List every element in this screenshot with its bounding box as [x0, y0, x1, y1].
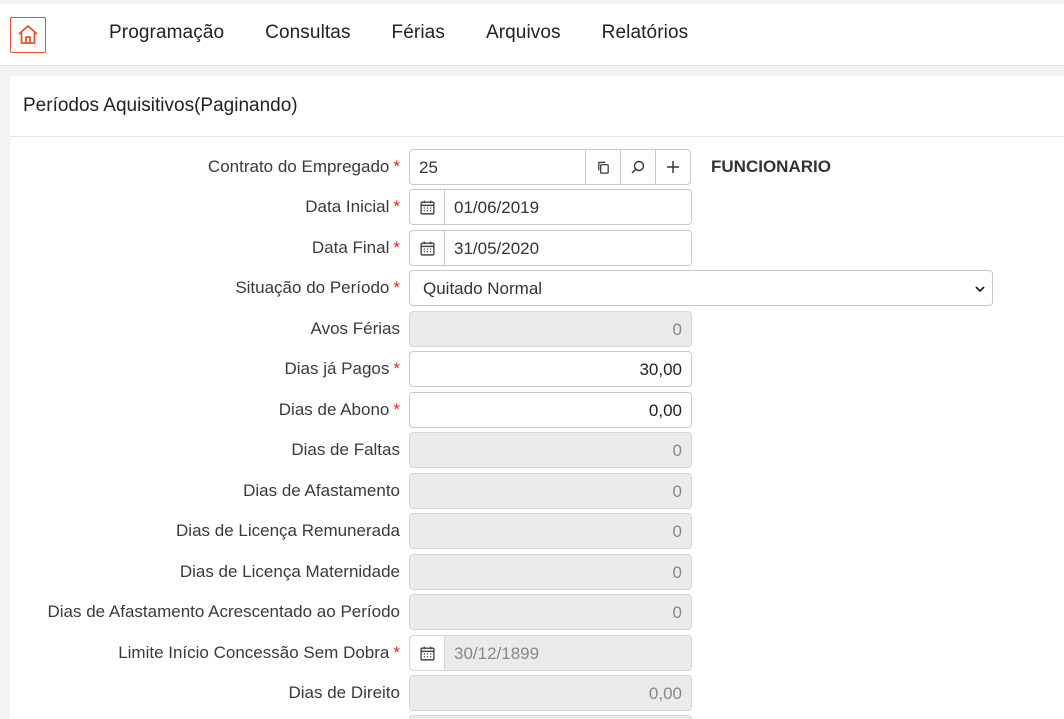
- row-limite-concessao: Limite Início Concessão Sem Dobra * 30/12…: [10, 635, 1064, 671]
- dias-pagos-field[interactable]: 30,00: [409, 351, 692, 387]
- dias-direito-value: 0,00: [648, 684, 682, 703]
- calendar-icon: [419, 241, 435, 256]
- main-menu: Programação Consultas Férias Arquivos Re…: [109, 22, 729, 44]
- calendar-icon: [419, 646, 435, 661]
- label-data-inicial: Data Inicial *: [305, 197, 400, 216]
- row-licenca-maternidade: Dias de Licença Maternidade 0: [10, 554, 1064, 590]
- limite-concessao-value: 30/12/1899: [454, 644, 540, 663]
- row-dias-afastamento: Dias de Afastamento 0: [10, 473, 1064, 509]
- afastamento-acrescentado-field: 0: [409, 594, 692, 630]
- contrato-field[interactable]: 25: [409, 149, 691, 185]
- dias-abono-value: 0,00: [648, 401, 682, 420]
- home-icon: [18, 25, 38, 44]
- data-inicial-calendar-button[interactable]: [410, 190, 445, 224]
- menu-arquivos[interactable]: Arquivos: [486, 22, 561, 44]
- row-contrato: Contrato do Empregado * 25 FUNCIONARIO: [10, 149, 1064, 185]
- employee-name: FUNCIONARIO: [711, 157, 831, 176]
- dias-afastamento-value: 0: [672, 482, 682, 501]
- row-situacao: Situação do Período * Quitado Normal: [10, 270, 1064, 306]
- row-dias-direito: Dias de Direito 0,00: [10, 675, 1064, 711]
- copy-icon: [597, 161, 609, 174]
- label-licenca-maternidade: Dias de Licença Maternidade: [179, 562, 400, 581]
- menu-relatorios[interactable]: Relatórios: [602, 22, 689, 44]
- licenca-remunerada-field: 0: [409, 513, 692, 549]
- label-contrato: Contrato do Empregado *: [207, 157, 400, 176]
- afastamento-acrescentado-value: 0: [672, 603, 682, 622]
- dias-faltas-value: 0: [672, 441, 682, 460]
- contrato-value: 25: [419, 158, 438, 177]
- label-avos-ferias: Avos Férias: [310, 319, 400, 338]
- menu-consultas[interactable]: Consultas: [265, 22, 350, 44]
- row-dias-abono: Dias de Abono * 0,00: [10, 392, 1064, 428]
- data-final-field[interactable]: 31/05/2020: [409, 230, 692, 266]
- label-data-final: Data Final *: [311, 238, 400, 257]
- dias-direito-field: 0,00: [409, 675, 692, 711]
- row-dias-pagos: Dias já Pagos * 30,00: [10, 351, 1064, 387]
- row-dias-faltas: Dias de Faltas 0: [10, 432, 1064, 468]
- row-avos-ferias: Avos Férias 0: [10, 311, 1064, 347]
- row-afastamento-acrescentado: Dias de Afastamento Acrescentado ao Perí…: [10, 594, 1064, 630]
- dias-faltas-field: 0: [409, 432, 692, 468]
- contrato-actions: [585, 150, 690, 184]
- label-situacao: Situação do Período *: [235, 278, 400, 297]
- situacao-value: Quitado Normal: [423, 279, 543, 298]
- label-limite-concessao: Limite Início Concessão Sem Dobra *: [118, 643, 400, 662]
- label-dias-pagos: Dias já Pagos *: [284, 359, 400, 378]
- licenca-maternidade-value: 0: [672, 563, 682, 582]
- licenca-maternidade-field: 0: [409, 554, 692, 590]
- top-navigation-bar: Programação Consultas Férias Arquivos Re…: [0, 0, 1064, 66]
- menu-ferias[interactable]: Férias: [392, 22, 445, 44]
- limite-concessao-calendar-button[interactable]: [410, 636, 445, 670]
- label-dias-abono: Dias de Abono *: [278, 400, 400, 419]
- next-field-partial: [409, 715, 692, 719]
- home-button[interactable]: [10, 17, 46, 53]
- limite-concessao-field: 30/12/1899: [409, 635, 692, 671]
- row-next-partial: [10, 715, 1064, 719]
- avos-ferias-field: 0: [409, 311, 692, 347]
- top-strip: [0, 0, 1064, 4]
- calendar-icon: [419, 200, 435, 215]
- avos-ferias-value: 0: [672, 320, 682, 339]
- search-button[interactable]: [620, 150, 655, 184]
- label-afastamento-acrescentado: Dias de Afastamento Acrescentado ao Perí…: [47, 602, 400, 621]
- menu-programacao[interactable]: Programação: [109, 22, 224, 44]
- search-icon: [631, 160, 645, 174]
- dias-afastamento-field: 0: [409, 473, 692, 509]
- data-final-value: 31/05/2020: [454, 239, 540, 258]
- row-data-final: Data Final * 31/05/2020: [10, 230, 1064, 266]
- row-data-inicial: Data Inicial * 01/06/2019: [10, 189, 1064, 225]
- panel-title: Períodos Aquisitivos(Paginando): [23, 95, 298, 116]
- plus-icon: [667, 161, 679, 173]
- dias-abono-field[interactable]: 0,00: [409, 392, 692, 428]
- data-inicial-value: 01/06/2019: [454, 198, 540, 217]
- label-dias-faltas: Dias de Faltas: [291, 440, 400, 459]
- licenca-remunerada-value: 0: [672, 522, 682, 541]
- form-panel: Períodos Aquisitivos(Paginando) Contrato…: [10, 76, 1064, 719]
- dias-pagos-value: 30,00: [639, 360, 682, 379]
- label-dias-afastamento: Dias de Afastamento: [243, 481, 400, 500]
- panel-header: Períodos Aquisitivos(Paginando): [10, 76, 1064, 137]
- label-licenca-remunerada: Dias de Licença Remunerada: [176, 521, 400, 540]
- row-licenca-remunerada: Dias de Licença Remunerada 0: [10, 513, 1064, 549]
- label-dias-direito: Dias de Direito: [288, 683, 401, 702]
- situacao-select[interactable]: Quitado Normal: [409, 270, 993, 306]
- chevron-down-icon: [975, 286, 985, 293]
- copy-button[interactable]: [585, 150, 620, 184]
- add-button[interactable]: [655, 150, 690, 184]
- data-final-calendar-button[interactable]: [410, 231, 445, 265]
- data-inicial-field[interactable]: 01/06/2019: [409, 189, 692, 225]
